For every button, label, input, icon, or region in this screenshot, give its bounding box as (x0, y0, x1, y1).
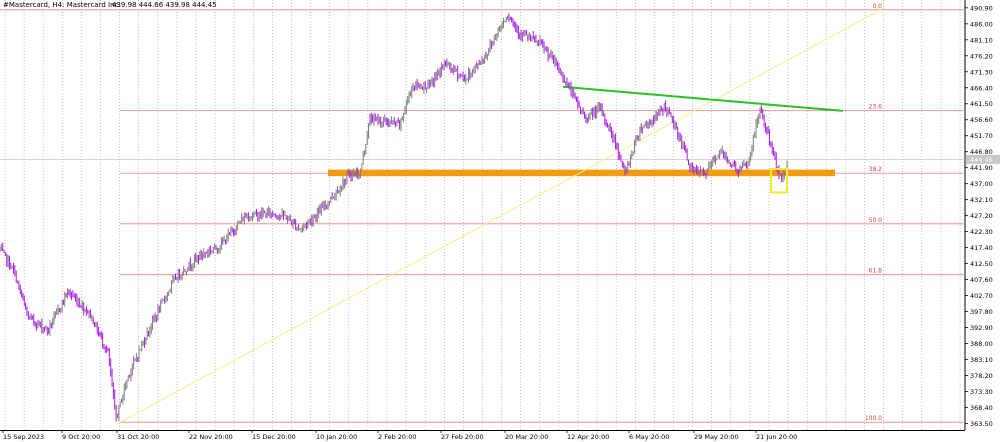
y-tick-label: 378.20 (970, 372, 993, 380)
y-tick-label: 402.70 (970, 292, 993, 300)
y-tick-label: 490.90 (970, 4, 993, 12)
x-tick-label: 2 Feb 20:00 (378, 433, 417, 441)
x-tick-label: 12 Apr 20:00 (567, 433, 609, 441)
y-tick-label: 383.10 (970, 356, 993, 364)
x-tick-label: 27 Feb 20:00 (441, 433, 484, 441)
fib-level-label: 38.2 (869, 166, 883, 173)
y-tick-label: 432.10 (970, 196, 993, 204)
y-tick-label: 388.00 (970, 340, 993, 348)
x-tick-label: 22 Nov 20:00 (189, 433, 233, 441)
fib-level-label: 0.0 (872, 3, 882, 10)
y-tick-label: 368.40 (970, 404, 993, 412)
chart-background (0, 0, 1000, 442)
x-tick-label: 9 Oct 20:00 (62, 433, 100, 441)
y-tick-label: 486.00 (970, 20, 993, 28)
fib-level-label: 50.0 (869, 217, 883, 224)
x-tick-label: 20 Mar 20:00 (505, 433, 548, 441)
y-tick-label: 466.40 (970, 84, 993, 92)
y-tick-label: 363.50 (970, 420, 993, 428)
y-tick-label: 451.70 (970, 132, 993, 140)
y-tick-label: 373.30 (970, 388, 993, 396)
x-tick-label: 10 Jan 20:00 (316, 433, 357, 441)
y-tick-label: 427.20 (970, 212, 993, 220)
x-tick-label: 15 Sep 2023 (3, 433, 44, 441)
y-tick-label: 437.00 (970, 180, 993, 188)
symbol-header: #Mastercard, H4: Mastercard Inc. (3, 1, 121, 9)
fib-level-label: 61.8 (869, 268, 883, 275)
y-tick-label: 456.60 (970, 116, 993, 124)
x-tick-label: 31 Oct 20:00 (117, 433, 159, 441)
x-tick-label: 15 Dec 20:00 (252, 433, 296, 441)
x-tick-label: 29 May 20:00 (694, 433, 739, 441)
y-tick-label: 441.90 (970, 164, 993, 172)
price-chart[interactable]: 0.0 23.6 38.2 50.0 61.8 100.0 490.90 486.00 481… (0, 0, 1000, 442)
y-tick-label: 412.50 (970, 260, 993, 268)
y-tick-label: 461.50 (970, 100, 993, 108)
y-tick-label: 481.10 (970, 36, 993, 44)
y-tick-label: 422.30 (970, 228, 993, 236)
y-tick-label: 397.80 (970, 308, 993, 316)
x-tick-label: 21 Jun 20:00 (756, 433, 797, 441)
support-zone-band (328, 169, 835, 177)
ohlc-header: 439.98 444.66 439.98 444.45 (112, 1, 217, 9)
support-zone (328, 169, 835, 177)
y-tick-label: 407.60 (970, 276, 993, 284)
y-tick-label: 392.90 (970, 324, 993, 332)
fib-level-label: 23.6 (869, 104, 883, 111)
y-tick-label: 417.40 (970, 244, 993, 252)
current-price-label: 444.45 (970, 156, 993, 164)
y-tick-label: 471.30 (970, 68, 993, 76)
y-tick-label: 476.20 (970, 52, 993, 60)
fib-level-label: 100.0 (865, 415, 882, 422)
x-tick-label: 6 May 20:00 (629, 433, 669, 441)
